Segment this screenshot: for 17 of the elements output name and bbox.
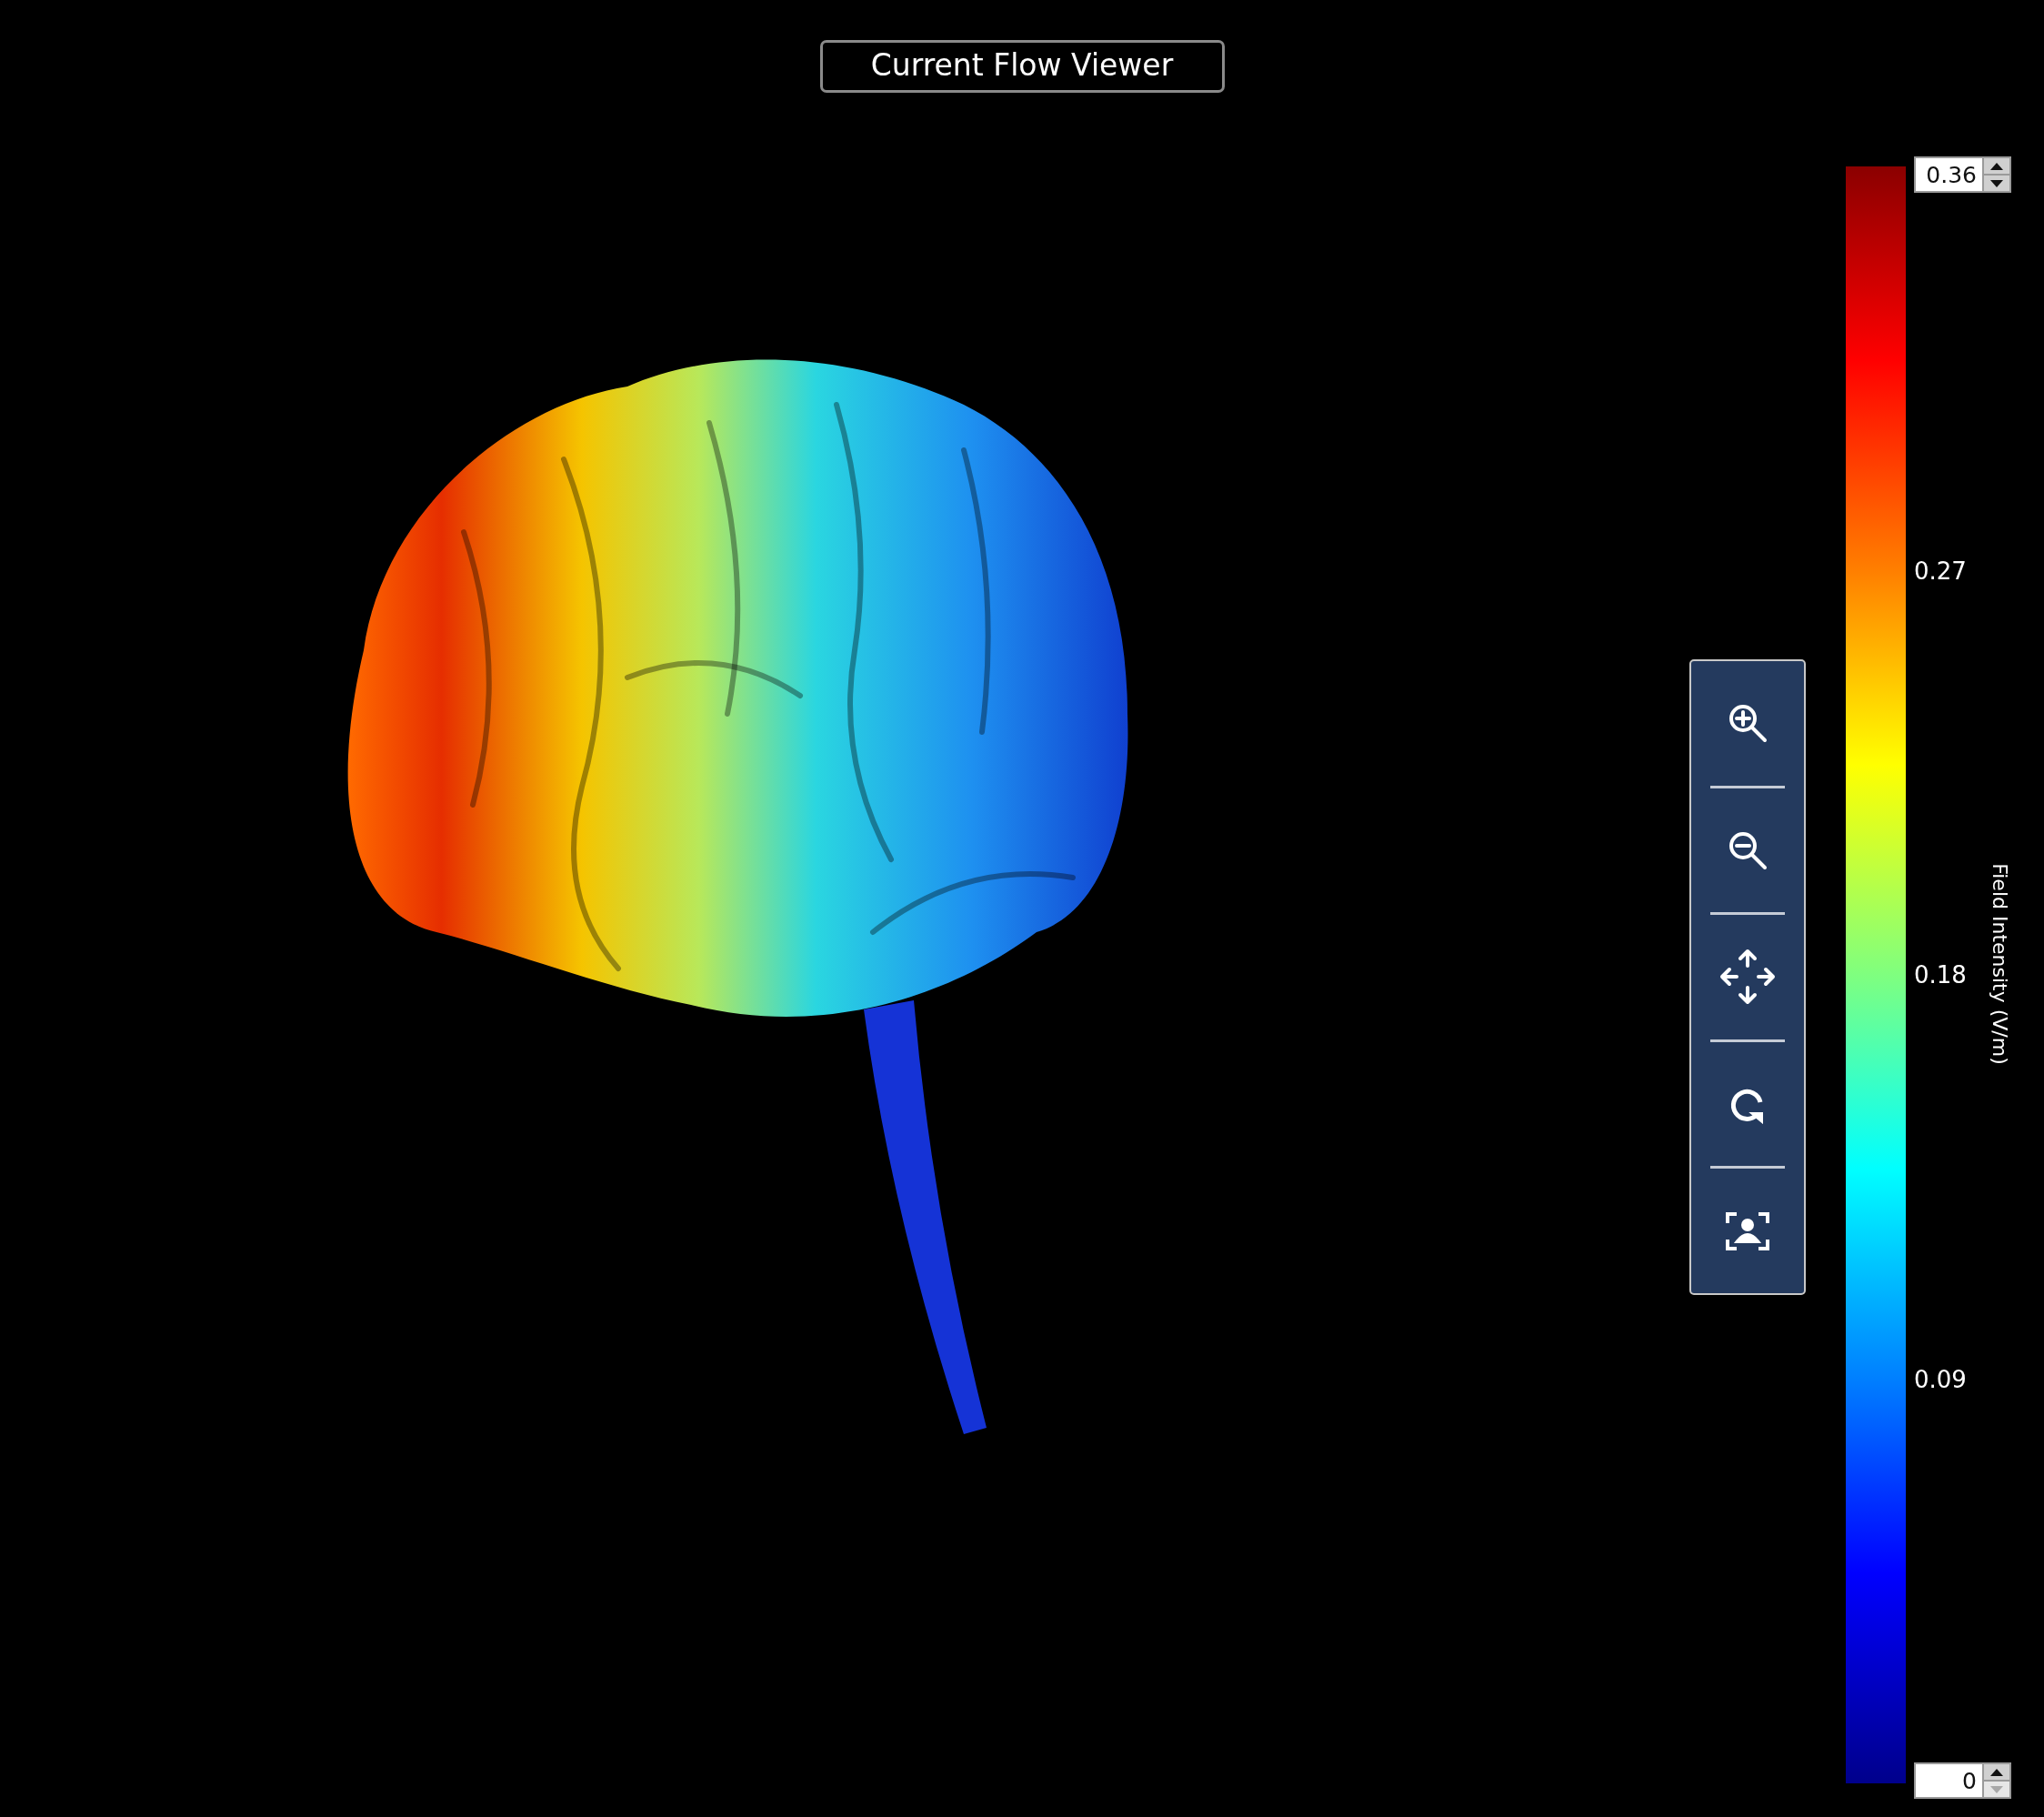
- spin-up-button[interactable]: [1984, 158, 2009, 174]
- number-field[interactable]: 0: [1914, 1762, 1982, 1799]
- caret-up-icon: [1990, 1768, 2003, 1776]
- colorbar-title: Field Intensity (V/m): [1988, 863, 2012, 1065]
- zoom-in-icon: [1727, 702, 1768, 745]
- scale-label: 0.27: [1914, 557, 1967, 584]
- person-frame-icon: [1726, 1211, 1769, 1250]
- viewer-title: Current Flow Viewer: [819, 40, 1225, 93]
- move-arrows-icon: [1718, 948, 1777, 1007]
- spin-down-button[interactable]: [1984, 174, 2009, 191]
- caret-down-icon: [1990, 1785, 2003, 1793]
- caret-up-icon: [1990, 162, 2003, 170]
- caret-down-icon: [1990, 179, 2003, 187]
- scale-label: 0.18: [1914, 961, 1967, 989]
- scale-label: 0.09: [1914, 1366, 1967, 1392]
- spin-up-button[interactable]: [1984, 1764, 2009, 1780]
- number-field[interactable]: 0.36: [1914, 156, 1982, 193]
